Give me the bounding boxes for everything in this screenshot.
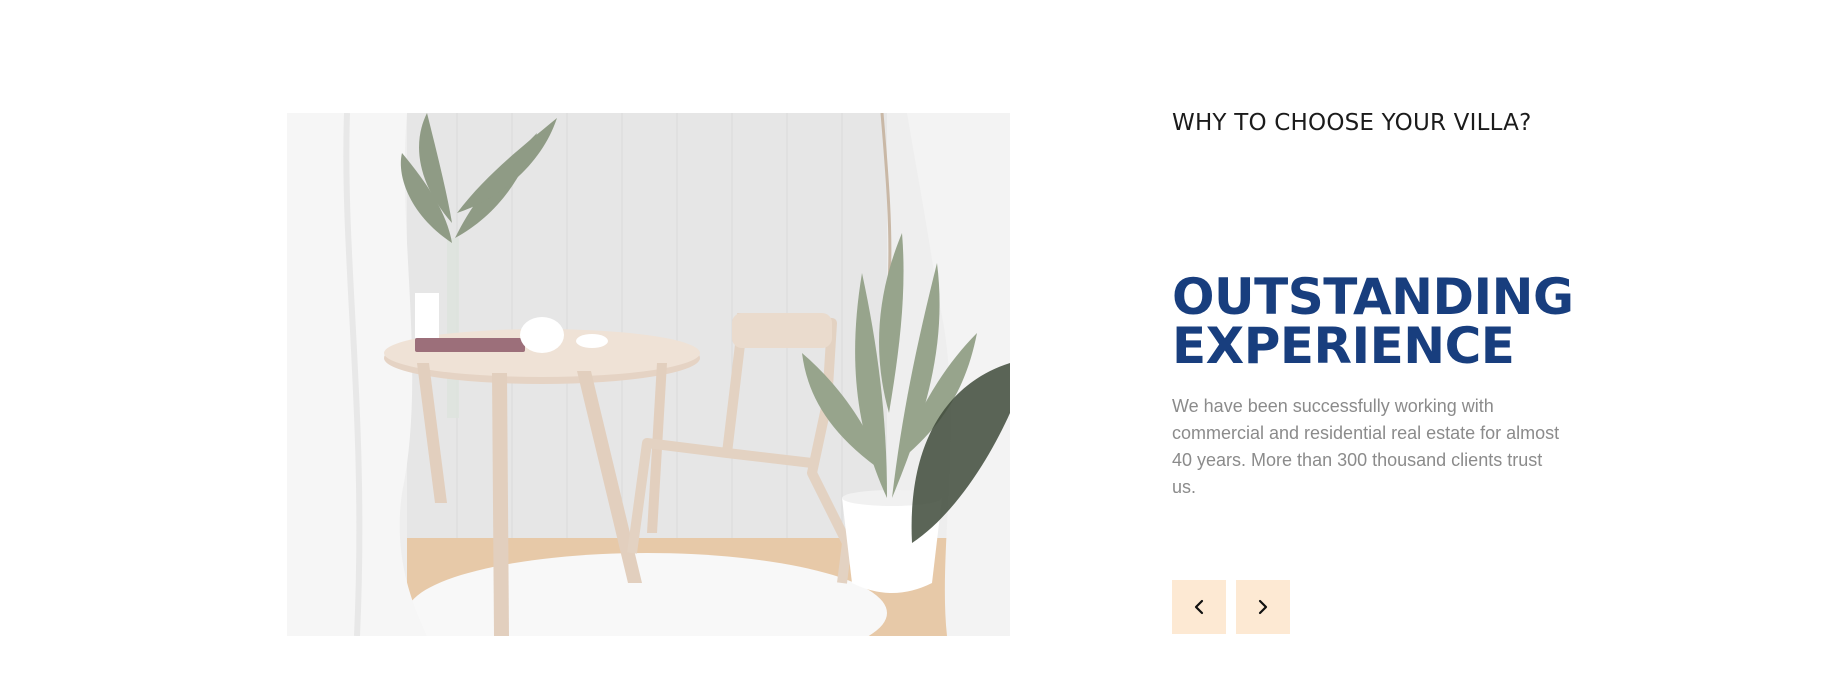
interior-photo: [287, 113, 1010, 636]
why-choose-content: WHY TO CHOOSE YOUR VILLA? OUTSTANDING EX…: [1172, 108, 1592, 634]
chevron-right-icon: [1258, 599, 1268, 615]
section-description: We have been successfully working with c…: [1172, 396, 1560, 497]
headline-line-1: OUTSTANDING: [1172, 268, 1574, 326]
section-headline: OUTSTANDING EXPERIENCE: [1172, 268, 1592, 375]
prev-slide-button[interactable]: [1172, 580, 1226, 634]
interior-photo-illustration: [287, 113, 1010, 636]
slider-navigation: [1172, 580, 1290, 634]
chevron-left-icon: [1194, 599, 1204, 615]
next-slide-button[interactable]: [1236, 580, 1290, 634]
headline-line-2: EXPERIENCE: [1172, 317, 1515, 375]
why-choose-section: WHY TO CHOOSE YOUR VILLA? OUTSTANDING EX…: [0, 0, 1840, 686]
section-eyebrow: WHY TO CHOOSE YOUR VILLA?: [1172, 110, 1532, 136]
